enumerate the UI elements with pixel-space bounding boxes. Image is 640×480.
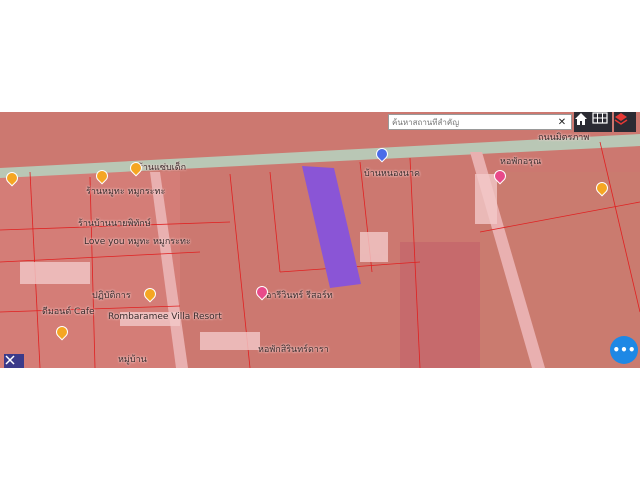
more-options-button[interactable]: •••	[610, 336, 638, 364]
layers-button[interactable]	[614, 112, 636, 132]
map-view[interactable]: ถนนมิตรภาพ ร้านแซ่บเด็ก ร้านหมูทะ หมูกระ…	[0, 112, 640, 368]
clear-search-button[interactable]: ✕	[553, 117, 571, 128]
place-label: หอพักสิรินทร์ดารา	[258, 345, 329, 355]
place-label: หอพักอรุณ	[500, 157, 542, 167]
place-label: บ้านหนองนาค	[364, 169, 421, 179]
search-input[interactable]	[389, 117, 545, 127]
place-label: อารีวินทร์ รีสอร์ท	[266, 291, 333, 301]
place-label: Rombaramee Villa Resort	[108, 312, 222, 322]
grid-button[interactable]	[592, 112, 612, 132]
layers-icon	[614, 113, 628, 125]
place-label: ร้านหมูทะ หมูกระทะ	[86, 187, 166, 197]
place-label: Love you หมูทะ หมูกระทะ	[84, 237, 191, 247]
home-button[interactable]	[574, 112, 594, 132]
search-box: ✕	[388, 114, 572, 130]
place-label: ร้านบ้านนายพิทักษ์	[78, 219, 151, 229]
place-label: หมู่บ้าน	[118, 355, 147, 365]
place-label: ปฏิบัติการ	[92, 291, 131, 301]
home-icon	[575, 113, 587, 125]
cross-tool-icon	[5, 355, 15, 365]
measure-tool-button[interactable]	[4, 354, 24, 368]
place-label: ร้านแซ่บเด็ก	[138, 163, 187, 173]
road-label: ถนนมิตรภาพ	[538, 133, 590, 143]
grid-icon	[592, 112, 608, 124]
place-label: ดีมอนด์ Cafe	[42, 307, 95, 317]
